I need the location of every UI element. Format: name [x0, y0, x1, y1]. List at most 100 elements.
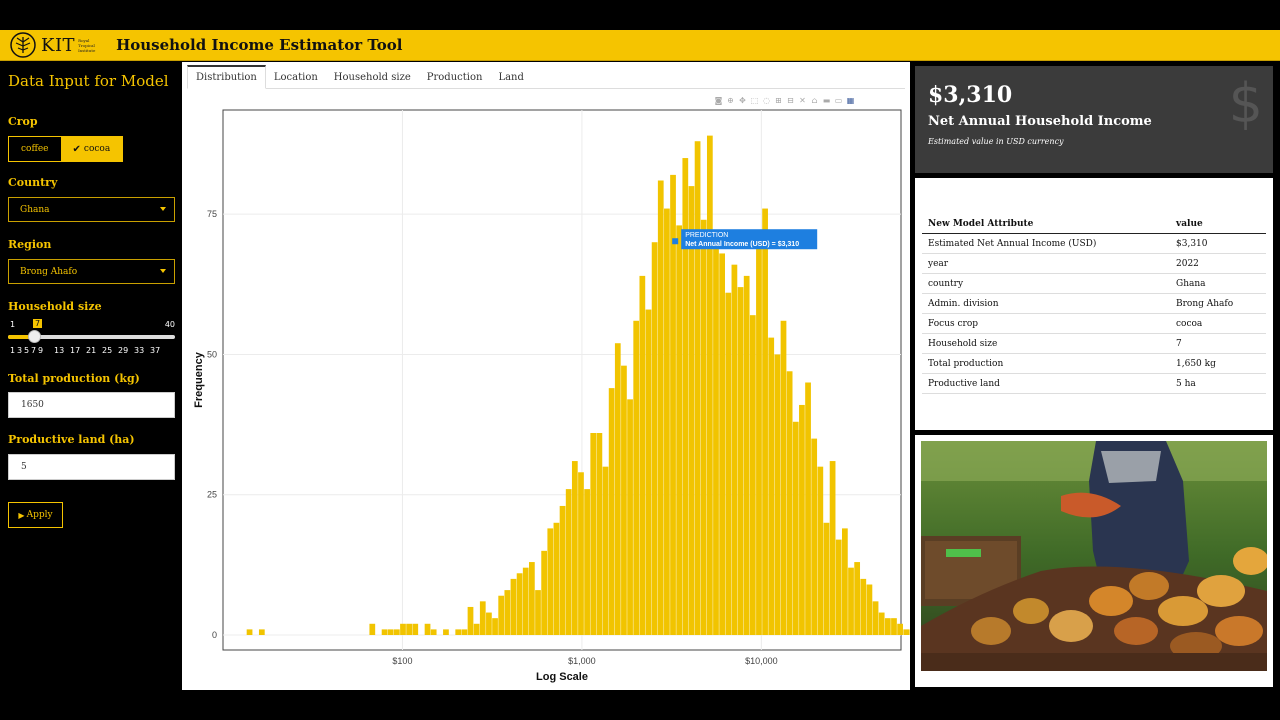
histogram-bar [823, 522, 830, 635]
country-select[interactable]: Ghana [8, 197, 175, 222]
column-header: New Model Attribute [922, 215, 1170, 234]
tab-location[interactable]: Location [266, 65, 326, 89]
income-note: Estimated value in USD currency [928, 137, 1064, 146]
slider-tick-label: 9 [38, 346, 44, 355]
sidebar-title: Data Input for Model [8, 72, 169, 90]
histogram-bar [461, 629, 468, 635]
histogram-bar [891, 618, 897, 635]
histogram-bar [553, 522, 560, 635]
household-slider[interactable]: 1 40 7 1 3 5 7 9 13 17 21 25 29 33 37 [8, 319, 175, 360]
histogram-bar [510, 578, 517, 635]
table-row: Admin. division Brong Ahafo [922, 293, 1266, 314]
histogram-bar [596, 433, 603, 635]
slider-tick-label: 29 [118, 346, 129, 355]
slider-tick-label: 13 [54, 346, 65, 355]
histogram-bar [688, 186, 695, 635]
slider-max: 40 [164, 320, 175, 329]
histogram-bar [559, 505, 566, 635]
attribute-value-cell: Brong Ahafo [1170, 293, 1266, 314]
annotation-title: PREDICTION [685, 232, 728, 239]
histogram-bar [756, 242, 762, 635]
histogram-bar [842, 528, 848, 635]
region-select[interactable]: Brong Ahafo [8, 259, 175, 284]
country-value: Ghana [20, 204, 50, 215]
tab-household-size[interactable]: Household size [326, 65, 419, 89]
tab-bar: Distribution Location Household size Pro… [187, 65, 905, 89]
crop-option-coffee[interactable]: coffee [9, 137, 61, 161]
crop-option-label: coffee [21, 144, 49, 154]
cocoa-harvest-photo [921, 441, 1267, 671]
slider-handle[interactable] [27, 330, 41, 343]
histogram-bar [627, 399, 633, 635]
table-row: Total production 1,650 kg [922, 353, 1266, 374]
slider-min: 1 [10, 320, 16, 329]
table-row: Household size 7 [922, 333, 1266, 354]
histogram-bar [872, 601, 879, 635]
histogram-bar [749, 315, 756, 635]
annotation-text: Net Annual Income (USD) = $3,310 [685, 241, 799, 248]
prediction-annotation: PREDICTION Net Annual Income (USD) = $3,3… [672, 229, 818, 250]
histogram-bar [725, 292, 732, 635]
x-tick-label: $10,000 [745, 656, 778, 666]
dollar-icon: $ [1228, 72, 1263, 135]
apply-button[interactable]: ▶ Apply [8, 502, 63, 528]
tab-land[interactable]: Land [490, 65, 531, 89]
tab-label: Land [498, 71, 524, 83]
tab-distribution[interactable]: Distribution [187, 65, 266, 89]
household-label: Household size [8, 300, 102, 313]
tab-production[interactable]: Production [419, 65, 491, 89]
histogram-bar [369, 623, 376, 635]
histogram-bar [694, 141, 701, 635]
app-header: KIT Royal Tropical Institute Household I… [0, 30, 1280, 61]
histogram-bar [535, 590, 541, 635]
crop-option-cocoa[interactable]: ✔ cocoa [60, 137, 123, 161]
histogram-bar [443, 629, 449, 635]
y-tick-label: 75 [207, 209, 217, 219]
logo-text: KIT [41, 34, 76, 56]
crop-toggle-group: coffee ✔ cocoa [8, 136, 124, 162]
histogram-bar [645, 309, 652, 635]
histogram-bar [258, 629, 265, 635]
x-tick-label: $1,000 [568, 656, 596, 666]
histogram-bar [848, 567, 854, 635]
tab-label: Location [273, 71, 318, 83]
land-input[interactable]: 5 [8, 454, 175, 480]
histogram-bar [737, 287, 744, 635]
production-input[interactable]: 1650 [8, 392, 175, 418]
slider-tick-label: 17 [70, 346, 81, 355]
attribute-value-cell: Ghana [1170, 273, 1266, 294]
histogram-bar [774, 354, 781, 635]
histogram-bar [639, 275, 646, 635]
attribute-value-cell: 5 ha [1170, 373, 1266, 394]
histogram-bar [897, 623, 903, 635]
check-icon: ✔ [72, 143, 81, 155]
histogram-bar [565, 489, 572, 635]
photo-card [915, 435, 1273, 687]
apply-label: Apply [26, 510, 53, 520]
histogram-bar [903, 629, 910, 635]
histogram-bar [516, 573, 523, 635]
land-value: 5 [21, 462, 27, 472]
histogram-bar [811, 438, 818, 635]
histogram-bar [799, 404, 805, 635]
slider-tick-label: 25 [102, 346, 113, 355]
histogram-bar [547, 528, 554, 635]
slider-value: 7 [33, 319, 43, 328]
histogram-bar [473, 623, 480, 635]
attribute-name-cell: Admin. division [922, 293, 1170, 314]
x-tick-label: $100 [392, 656, 412, 666]
table-row: country Ghana [922, 273, 1266, 294]
histogram-bar [614, 343, 621, 635]
histogram-bar [780, 320, 787, 635]
histogram-bar [854, 562, 861, 635]
y-axis-label: Frequency [193, 351, 205, 408]
histogram-bar [387, 629, 394, 635]
attribute-value-cell: 7 [1170, 333, 1266, 354]
histogram-bar [393, 629, 400, 635]
histogram-bar [621, 365, 627, 635]
production-label: Total production (kg) [8, 372, 140, 385]
tab-label: Distribution [196, 72, 257, 83]
region-label: Region [8, 238, 52, 251]
tab-label: Production [426, 71, 483, 83]
histogram-bar [786, 371, 793, 635]
